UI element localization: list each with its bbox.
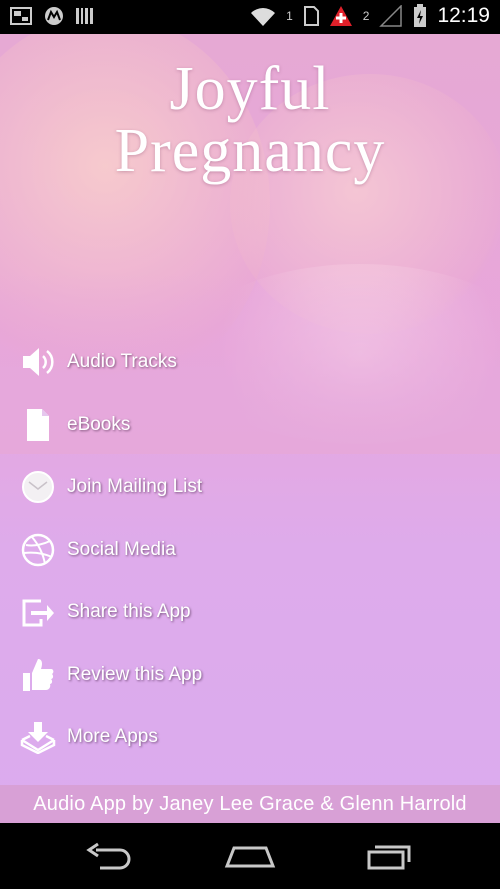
clock: 12:19 bbox=[437, 4, 490, 27]
app-screen: Joyful Pregnancy Audio Tracks eBooks Joi… bbox=[0, 34, 500, 823]
status-bar: 1 2 12:19 bbox=[0, 0, 500, 34]
signal-icon bbox=[379, 5, 403, 27]
recents-icon bbox=[367, 845, 411, 870]
battery-icon bbox=[414, 4, 427, 27]
sim2-label: 2 bbox=[362, 9, 370, 23]
medical-alert-icon bbox=[329, 6, 352, 26]
barcode-icon bbox=[76, 8, 93, 24]
app-title-line1: Joyful bbox=[169, 55, 331, 123]
menu-item-audio-tracks[interactable]: Audio Tracks bbox=[18, 331, 488, 394]
menu-item-label: Share this App bbox=[67, 601, 191, 623]
app-title-line2: Pregnancy bbox=[114, 117, 386, 185]
navigation-bar bbox=[0, 823, 500, 889]
menu-item-social-media[interactable]: Social Media bbox=[18, 519, 488, 582]
motorola-icon bbox=[45, 7, 63, 25]
menu-item-label: eBooks bbox=[67, 413, 131, 435]
sim-icon bbox=[303, 6, 319, 26]
back-button[interactable] bbox=[80, 836, 140, 876]
document-icon bbox=[18, 405, 58, 445]
home-button[interactable] bbox=[220, 836, 280, 876]
share-icon bbox=[18, 592, 58, 632]
recents-button[interactable] bbox=[360, 836, 420, 876]
menu-item-label: Review this App bbox=[67, 663, 203, 685]
menu-item-review-app[interactable]: Review this App bbox=[18, 644, 488, 707]
thumbs-up-icon bbox=[18, 655, 58, 695]
sim1-label: 1 bbox=[286, 9, 293, 23]
dribbble-icon bbox=[18, 530, 58, 570]
menu-item-ebooks[interactable]: eBooks bbox=[18, 394, 488, 457]
app-title: Joyful Pregnancy bbox=[0, 58, 500, 182]
wifi-icon bbox=[251, 8, 276, 26]
mail-icon bbox=[18, 467, 58, 507]
home-icon bbox=[224, 846, 276, 868]
main-menu: Audio Tracks eBooks Join Mailing List So… bbox=[18, 331, 488, 769]
credits-text: Audio App by Janey Lee Grace & Glenn Har… bbox=[33, 792, 467, 815]
menu-item-mailing-list[interactable]: Join Mailing List bbox=[18, 456, 488, 519]
menu-item-share-app[interactable]: Share this App bbox=[18, 581, 488, 644]
menu-item-label: Social Media bbox=[67, 538, 176, 560]
back-icon bbox=[86, 842, 131, 870]
menu-item-label: Join Mailing List bbox=[67, 476, 203, 498]
menu-item-more-apps[interactable]: More Apps bbox=[18, 706, 488, 769]
menu-item-label: More Apps bbox=[67, 726, 158, 748]
screenshot-icon bbox=[10, 7, 32, 25]
speaker-icon bbox=[18, 342, 58, 382]
menu-item-label: Audio Tracks bbox=[67, 351, 177, 373]
download-icon bbox=[18, 717, 58, 757]
credits-footer: Audio App by Janey Lee Grace & Glenn Har… bbox=[0, 785, 500, 823]
